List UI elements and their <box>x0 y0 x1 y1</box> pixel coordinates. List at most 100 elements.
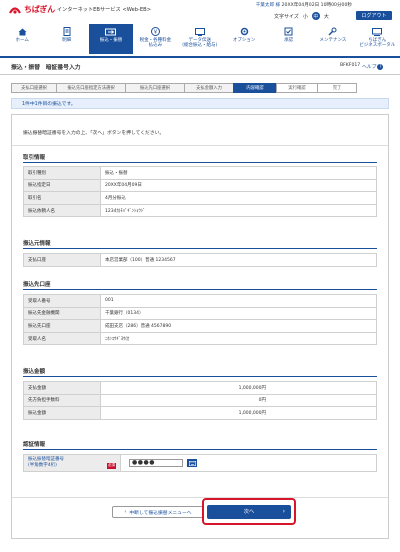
nav-label: 税金・各種料金 払込み <box>139 38 172 49</box>
auth-label-cell: 振込振替暗証番号 (半角数字4桁) 必須 <box>23 454 121 472</box>
section-title-amount: 振込金額 <box>23 369 46 375</box>
nav-data-transmission[interactable]: データ伝送 (総合振込・給与) <box>178 24 222 54</box>
field-label: 先方負担手数料 <box>23 393 101 408</box>
section-underline <box>23 376 377 377</box>
header: ちばぎん インターネットEBサービス <Web-EB> 千葉太郎 様 20XX年… <box>0 0 400 22</box>
section-title-transaction: 取引情報 <box>23 155 46 161</box>
approve-icon <box>284 27 293 36</box>
help-link[interactable]: ヘルプ? <box>362 63 384 70</box>
step-2: 振込先口座指定方法選択 <box>56 83 126 93</box>
font-size-large[interactable]: 大 <box>323 13 330 20</box>
user-info: 千葉太郎 様 20XX年04月02日 10時00分00秒 <box>256 2 352 8</box>
field-value: 本店営業部（100）普通 1234567 <box>100 253 377 267</box>
document-icon <box>63 27 71 36</box>
pin-input[interactable]: ●●●● <box>129 459 183 467</box>
auth-input-cell: ●●●● <box>120 454 377 472</box>
table-row: 受取人番号 001 <box>23 294 377 308</box>
field-value: 1234ｶ)ﾁﾊﾞｷﾞﾝｼｮｳｼﾞ <box>100 203 377 218</box>
login-datetime: 20XX年04月02日 10時00分00秒 <box>281 3 352 8</box>
service-name: インターネットEBサービス <Web-EB> <box>56 7 152 13</box>
nav-approve[interactable]: 承認 <box>266 24 310 54</box>
table-row: 取引名 4月分振込 <box>23 191 377 205</box>
table-row: 支払口座 本店営業部（100）普通 1234567 <box>23 253 377 267</box>
field-value: 1,000,000円 <box>100 406 377 420</box>
user-name: 千葉太郎 様 <box>255 3 281 8</box>
chevron-right-icon: › <box>282 507 285 515</box>
divider <box>12 497 388 498</box>
logout-button[interactable]: ログアウト <box>356 11 392 20</box>
field-value: 0円 <box>100 393 377 408</box>
step-5: 内容確認 <box>233 83 277 93</box>
amount-table: 支払金額 1,000,000円 先方負担手数料 0円 振込金額 1,000,000円 <box>23 381 377 420</box>
nav-label: オプション <box>232 38 256 43</box>
data-icon <box>194 27 205 36</box>
step-1: 支払口座選択 <box>11 83 57 93</box>
back-button-label: 中断して振込振替メニューへ <box>129 510 192 516</box>
auth-hint: (半角数字4桁) <box>28 463 57 468</box>
question-icon: ? <box>377 64 384 70</box>
nav-business-portal[interactable]: ちばぎん ビジネスポータル <box>355 24 399 54</box>
table-row: 受取人名 ﾆﾎﾝｺｳｷﾞﾖｳ(ｶ <box>23 331 377 346</box>
step-7: 完了 <box>317 83 357 93</box>
field-label: 振込金額 <box>23 406 101 420</box>
field-value: 振込・振替 <box>100 166 377 180</box>
table-row: 振込指定日 20XX年04月09日 <box>23 178 377 193</box>
nav-home[interactable]: ホーム <box>0 24 44 54</box>
nav-option[interactable]: オプション <box>222 24 266 54</box>
field-value: 千葉銀行（0134） <box>100 306 377 321</box>
field-label: 支払金額 <box>23 381 101 395</box>
table-row: 振込金額 1,000,000円 <box>23 406 377 420</box>
software-keyboard-icon[interactable] <box>187 459 197 467</box>
step-4: 支払金額入力 <box>184 83 234 93</box>
table-row: 先方負担手数料 0円 <box>23 393 377 408</box>
nav-tax[interactable]: ¥ 税金・各種料金 払込み <box>133 24 177 54</box>
section-underline <box>23 289 377 290</box>
field-value: 成田支店（286）普通 4567890 <box>100 319 377 333</box>
field-value: 1,000,000円 <box>100 381 377 395</box>
home-icon <box>18 28 27 35</box>
page-title: 振込・振替 暗証番号入力 <box>11 65 81 71</box>
logo: ちばぎん インターネットEBサービス <Web-EB> <box>8 4 151 15</box>
font-size-selector: 文字サイズ 小 中 大 <box>274 12 330 20</box>
brand-name: ちばぎん <box>24 5 55 14</box>
nav-label: ホーム <box>15 38 29 43</box>
instruction-text: 振込振替暗証番号を入力の上、「次へ」ボタンを押してください。 <box>23 131 165 136</box>
font-size-label: 文字サイズ <box>274 13 299 20</box>
option-icon <box>240 27 248 36</box>
section-title-auth: 認証情報 <box>23 442 46 448</box>
table-row: 振込先口座 成田支店（286）普通 4567890 <box>23 319 377 333</box>
nav-statements[interactable]: 明細 <box>44 24 88 54</box>
svg-text:¥: ¥ <box>154 30 158 36</box>
nav-transfer[interactable]: 振込・振替 <box>88 24 134 54</box>
font-size-small[interactable]: 小 <box>302 13 309 20</box>
nav-label: メンテナンス <box>319 38 347 43</box>
field-label: 取引名 <box>23 191 101 205</box>
back-to-menu-button[interactable]: ‹ 中断して振込振替メニューへ <box>112 506 204 518</box>
field-value: 4月分振込 <box>100 191 377 205</box>
next-button-label: 次へ <box>243 509 255 515</box>
table-row: 振込先金融機関 千葉銀行（0134） <box>23 306 377 321</box>
transaction-table: 取引種別 振込・振替 振込指定日 20XX年04月09日 取引名 4月分振込 振込依頼… <box>23 166 377 218</box>
next-button-highlight: 次へ › <box>202 498 296 525</box>
auth-table: 振込振替暗証番号 (半角数字4桁) 必須 ●●●● <box>23 454 377 472</box>
nav-label: ちばぎん ビジネスポータル <box>359 38 396 49</box>
table-row: 取引種別 振込・振替 <box>23 166 377 180</box>
nav-maintenance[interactable]: メンテナンス <box>311 24 355 54</box>
required-badge: 必須 <box>106 463 116 469</box>
field-value: ﾆﾎﾝｺｳｷﾞﾖｳ(ｶ <box>100 331 377 346</box>
field-label: 受取人名 <box>23 331 101 346</box>
field-label: 取引種別 <box>23 166 101 180</box>
section-underline <box>23 162 377 163</box>
section-title-source: 振込元情報 <box>23 241 51 247</box>
source-table: 支払口座 本店営業部（100）普通 1234567 <box>23 253 377 267</box>
next-button[interactable]: 次へ › <box>207 504 291 519</box>
section-underline <box>23 248 377 249</box>
field-value: 001 <box>100 294 377 308</box>
table-row: 振込依頼人名 1234ｶ)ﾁﾊﾞｷﾞﾝｼｮｳｼﾞ <box>23 203 377 218</box>
field-value: 20XX年04月09日 <box>100 178 377 193</box>
nav-label: データ伝送 (総合振込・給与) <box>182 38 218 49</box>
divider <box>12 145 388 146</box>
step-indicator: 支払口座選択 振込先口座指定方法選択 振込先口座選択 支払金額入力 内容確認 実… <box>11 83 389 93</box>
font-size-medium[interactable]: 中 <box>311 12 320 20</box>
field-label: 振込先金融機関 <box>23 306 101 321</box>
